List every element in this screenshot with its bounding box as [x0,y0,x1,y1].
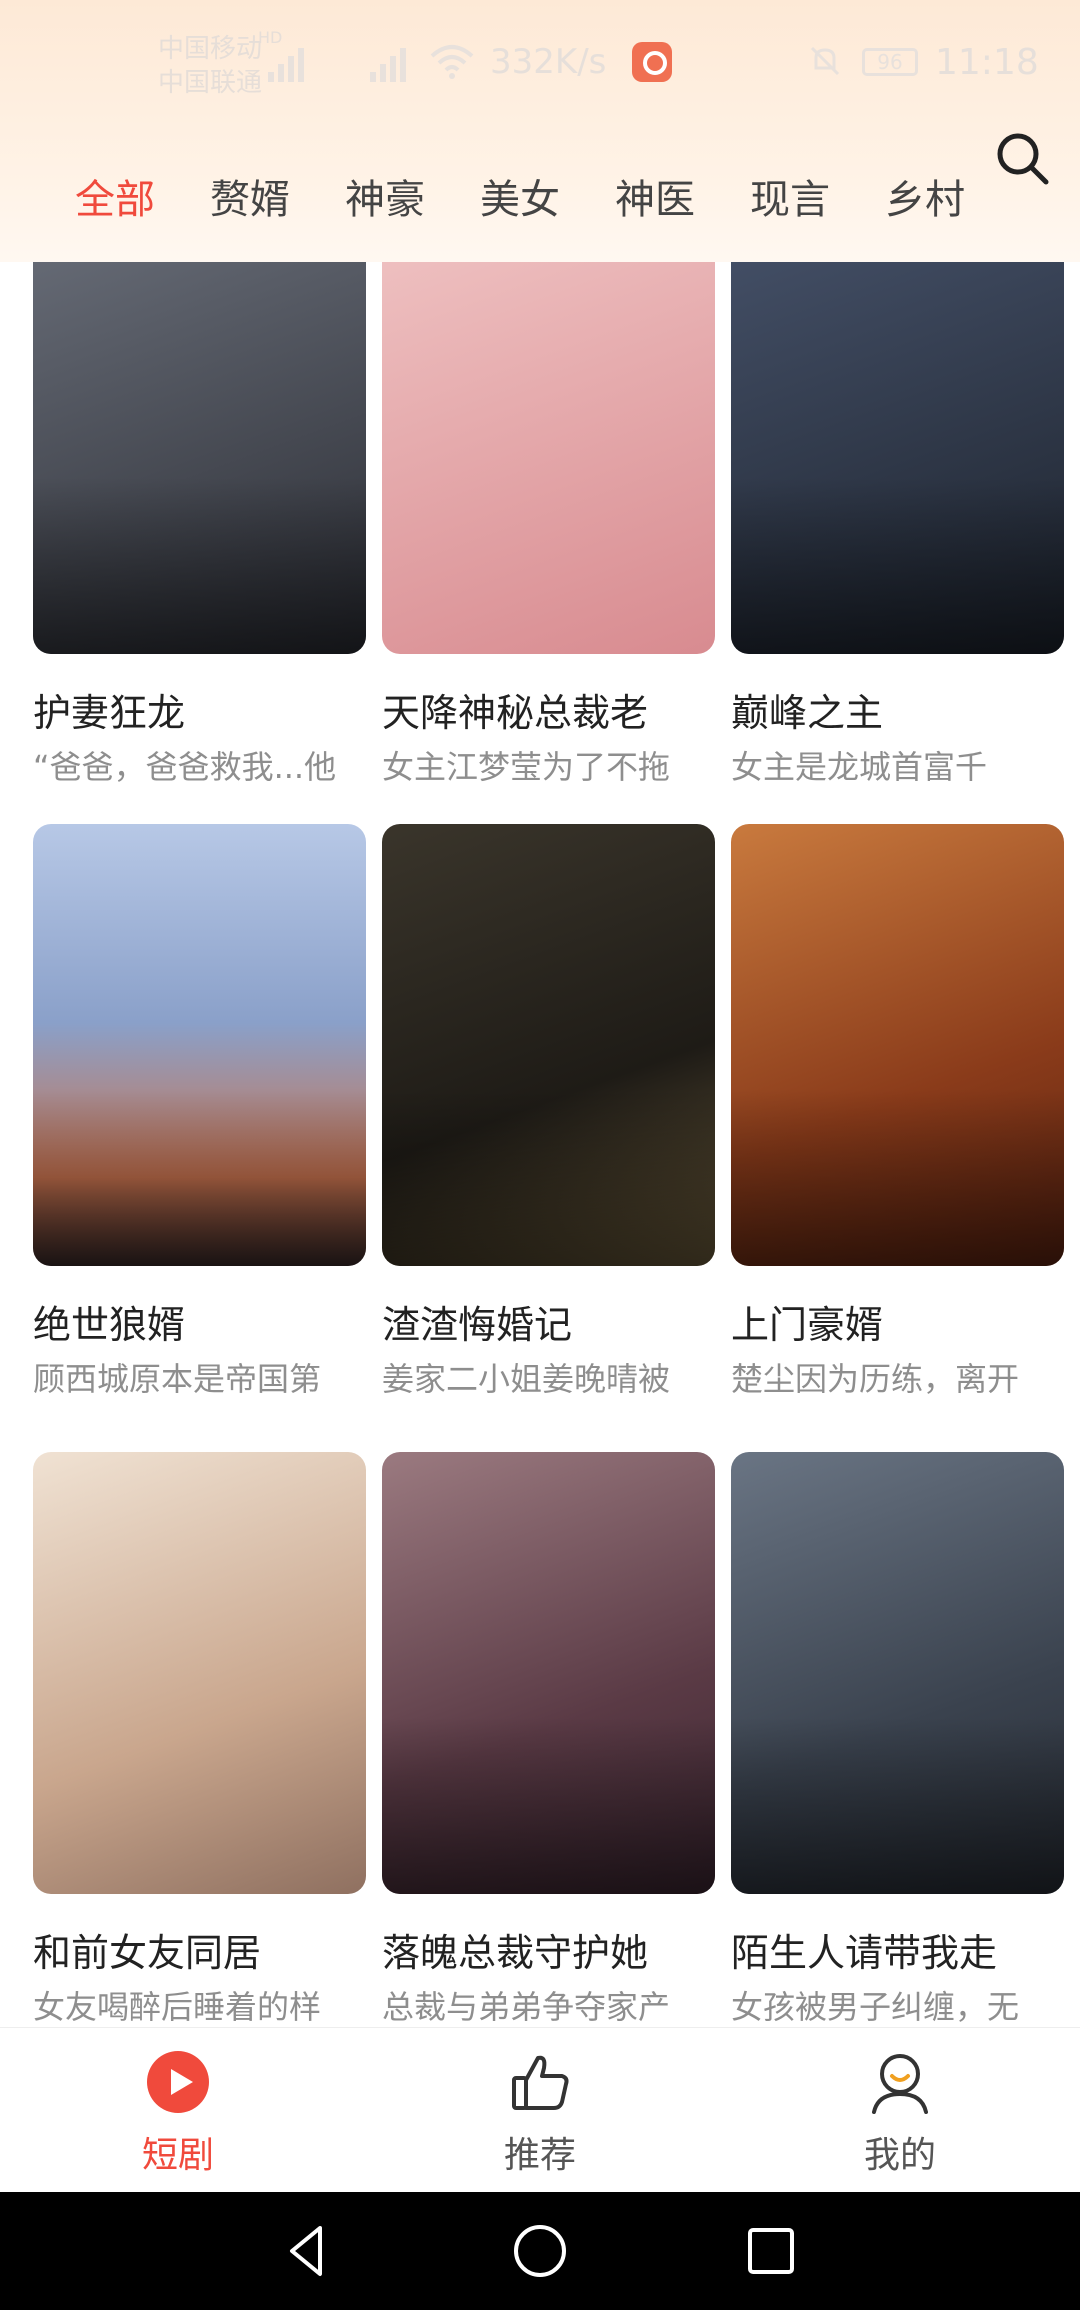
nav-label: 我的 [863,2135,936,2176]
poster-image[interactable] [731,824,1064,1266]
home-icon[interactable] [511,2222,569,2280]
drama-desc: 女友喝醉后睡着的样 [33,1988,322,2026]
drama-desc: 女主是龙城首富千 [731,748,988,786]
poster-image[interactable] [731,1452,1064,1894]
nav-label: 推荐 [503,2135,576,2176]
bottom-nav: 短剧 推荐 我的 [0,2027,1080,2192]
carrier-1: 中国移动 [158,34,263,64]
tab-tycoon[interactable]: 神豪 [345,170,425,230]
poster-image[interactable] [33,824,366,1266]
drama-title: 落魄总裁守护她 [382,1931,649,1975]
poster-image[interactable] [382,1452,715,1894]
app-notification-icon [632,42,672,82]
play-circle-icon [147,2051,209,2113]
tab-modern-romance[interactable]: 现言 [750,170,830,230]
signal-icon [370,42,406,82]
hd-signal-icon: HD [258,28,304,82]
drama-title: 绝世狼婿 [33,1303,186,1347]
poster-image[interactable] [33,1452,366,1894]
tab-countryside[interactable]: 乡村 [885,170,965,230]
carrier-2: 中国联通 [158,68,263,98]
network-speed: 332K/s [490,42,607,82]
tab-son-in-law[interactable]: 赘婿 [210,170,290,230]
search-icon[interactable] [994,130,1050,186]
poster-image[interactable] [382,262,715,654]
drama-desc: 姜家二小姐姜晚晴被 [382,1360,671,1398]
poster-image[interactable] [731,262,1064,654]
mute-icon [810,46,840,76]
drama-desc: “爸爸，爸爸救我...他 [33,748,337,786]
drama-desc: 女孩被男子纠缠，无 [731,1988,1020,2026]
drama-grid: 护妻狂龙 “爸爸，爸爸救我...他 天降神秘总裁老 女主江梦莹为了不拖 巅峰之主… [0,262,1080,2027]
drama-desc: 顾西城原本是帝国第 [33,1360,322,1398]
nav-mine[interactable]: 我的 [800,2028,1000,2193]
poster-image[interactable] [382,824,715,1266]
nav-recommend[interactable]: 推荐 [440,2028,640,2193]
system-navigation-bar [0,2192,1080,2310]
nav-short-drama[interactable]: 短剧 [78,2028,278,2193]
drama-title: 上门豪婿 [731,1303,884,1347]
tab-all[interactable]: 全部 [75,170,155,230]
nav-label: 短剧 [141,2135,214,2176]
recent-apps-icon[interactable] [742,2222,800,2280]
battery-icon: 96 [862,48,918,76]
thumbs-up-icon [512,2055,569,2110]
drama-title: 和前女友同居 [33,1931,262,1975]
user-icon [872,2054,928,2114]
clock: 11:18 [935,42,1039,83]
category-tabs: 全部 赘婿 神豪 美女 神医 现言 乡村 [0,160,1080,240]
drama-desc: 总裁与弟弟争夺家产 [382,1988,671,2026]
poster-image[interactable] [33,262,366,654]
back-icon[interactable] [280,2222,338,2280]
carrier-labels: 中国移动 中国联通 [158,32,262,100]
tab-beauty[interactable]: 美女 [480,170,560,230]
hd-badge: HD [258,28,283,47]
status-bar: 中国移动 中国联通 HD 332K/s 96 11:18 [0,28,1080,100]
tab-doctor[interactable]: 神医 [615,170,695,230]
drama-title: 天降神秘总裁老 [382,691,649,735]
drama-title: 护妻狂龙 [33,691,186,735]
drama-title: 巅峰之主 [731,691,884,735]
drama-desc: 女主江梦莹为了不拖 [382,748,671,786]
wifi-icon [430,45,474,79]
drama-desc: 楚尘因为历练，离开 [731,1360,1020,1398]
drama-title: 陌生人请带我走 [731,1931,998,1975]
drama-title: 渣渣悔婚记 [382,1303,573,1347]
